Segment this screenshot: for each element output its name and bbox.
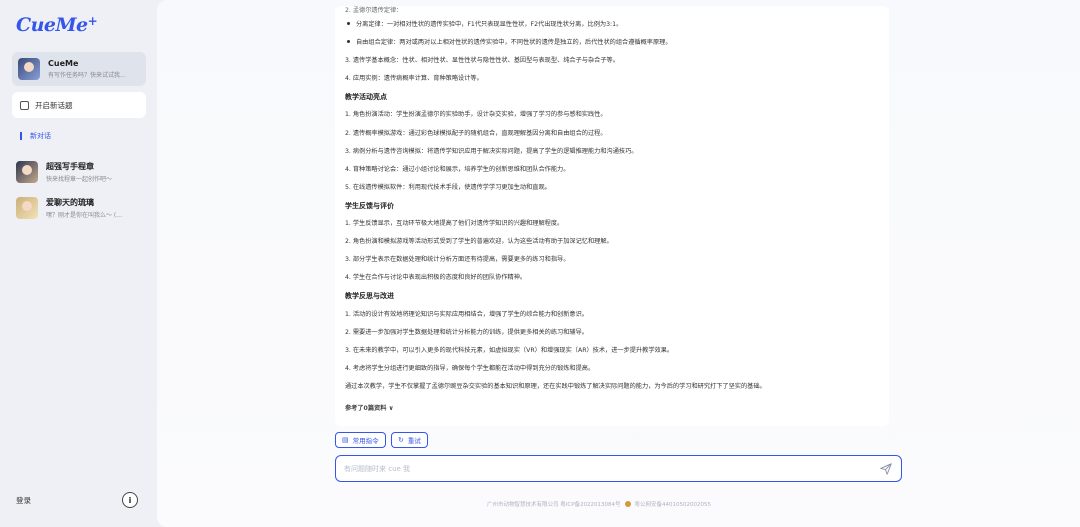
login-link[interactable]: 登录: [16, 495, 31, 506]
references-toggle[interactable]: 参考了0篇资料 ∨: [345, 400, 879, 418]
chat-input[interactable]: [344, 464, 864, 473]
doc-line: 1. 角色扮演活动：学生扮演孟德尔的实验助手，设计杂交实验，增强了学习的参与感和…: [345, 111, 607, 119]
sidebar: CueMe+ CueMe 有写作任务吗？快来试试我... 开启新话题 新对话 超…: [0, 0, 157, 527]
doc-line-text: 分离定律：一对相对性状的遗传实验中，F1代只表现显性性状，F2代出现性状分离，比…: [356, 21, 623, 28]
doc-line: 4. 应用实例：遗传病概率计算、育种策略设计等。: [345, 75, 483, 83]
doc-line: 自由组合定律：两对或两对以上相对性状的遗传实验中，不同性状的遗传是独立的，后代性…: [345, 34, 879, 52]
new-chat-button[interactable]: 开启新话题: [12, 92, 146, 118]
cueme-logo[interactable]: CueMe+: [16, 14, 98, 36]
chat-subtitle: 嘿？刚才是你在叫我么～ (...: [46, 212, 122, 219]
chat-title: 爱聊天的琉璃: [46, 198, 94, 207]
chat-subtitle: 快来找程章一起创作吧～: [46, 176, 113, 183]
doc-line: 2. 遗传概率模拟游戏：通过彩色球模拟配子的随机组合，直观理解基因分离和自由组合…: [345, 129, 607, 137]
doc-line: 4. 考虑将学生分组进行更细致的指导，确保每个学生都能在活动中得到充分的锻炼和提…: [345, 364, 595, 372]
bullet-dot: [347, 40, 350, 44]
doc-line: 4. 育种策略讨论会：通过小组讨论和展示，培养学生的创新思维和团队合作能力。: [345, 165, 570, 173]
agent-subtitle: 有写作任务吗？快来试试我...: [48, 72, 126, 79]
doc-line: 5. 在线遗传模拟软件：利用现代技术手段，使遗传学学习更加生动和直观。: [345, 183, 551, 191]
bullet-dot: [347, 22, 350, 25]
agent-title: CueMe: [48, 59, 79, 68]
police-badge-icon: [624, 501, 631, 507]
agent-card-cueme[interactable]: CueMe 有写作任务吗？快来试试我...: [12, 52, 146, 86]
command-icon: ▤: [342, 436, 349, 444]
doc-heading: 教学活动亮点: [345, 93, 387, 102]
chat-title: 超强写手程章: [46, 162, 94, 171]
doc-line: 3. 在未来的教学中，可以引入更多的现代科技元素，如虚拟现实（VR）和增强现实（…: [345, 346, 674, 354]
doc-line-text: 自由组合定律：两对或两对以上相对性状的遗传实验中，不同性状的遗传是独立的，后代性…: [356, 39, 672, 47]
chat-input-box[interactable]: [335, 455, 902, 482]
doc-line: 3. 遗传学基本概念：性状、相对性状、显性性状与隐性性状、基因型与表现型、纯合子…: [345, 57, 619, 65]
chat-item-writer[interactable]: 超强写手程章 快来找程章一起创作吧～: [16, 160, 150, 184]
agent-avatar: [18, 58, 40, 80]
section-label: 新对话: [30, 132, 51, 140]
chat-plus-icon: [20, 100, 29, 110]
refresh-icon: ↻: [398, 436, 404, 444]
doc-line: 3. 部分学生表示在数据处理和统计分析方面还有待提高，需要更多的练习和指导。: [345, 256, 570, 264]
send-icon[interactable]: [879, 462, 893, 476]
chat-item-liuli[interactable]: 爱聊天的琉璃 嘿？刚才是你在叫我么～ (...: [16, 196, 150, 220]
doc-line: 分离定律：一对相对性状的遗传实验中，F1代只表现显性性状，F2代出现性状分离，比…: [345, 16, 879, 34]
logo-plus: +: [87, 14, 98, 28]
footer-police[interactable]: 粤公网安备44010502002055: [635, 500, 712, 508]
doc-line: 2. 需要进一步加强对学生数据处理和统计分析能力的训练，提供更多相关的练习和辅导…: [345, 328, 588, 336]
liuli-avatar: [16, 197, 38, 219]
section-new-conversation[interactable]: 新对话: [20, 131, 51, 141]
retry-button[interactable]: ↻ 重试: [391, 432, 428, 448]
new-chat-label: 开启新话题: [35, 100, 73, 110]
doc-line: 2. 角色扮演和模拟游戏等活动形式受到了学生的普遍欢迎，认为这些活动有助于加深记…: [345, 238, 613, 246]
doc-line: 1. 学生反馈显示，互动环节极大地提高了他们对遗传学知识的兴趣和理解程度。: [345, 220, 564, 228]
common-commands-label: 常用指令: [352, 437, 379, 445]
info-icon[interactable]: i: [122, 492, 138, 508]
common-commands-button[interactable]: ▤ 常用指令: [335, 432, 386, 448]
writer-avatar: [16, 161, 38, 183]
retry-label: 重试: [407, 437, 421, 445]
active-indicator: [20, 132, 22, 140]
logo-text: CueMe: [16, 14, 88, 36]
info-glyph: i: [128, 495, 132, 505]
doc-heading: 学生反馈与评价: [345, 201, 394, 210]
footer-company[interactable]: 广州市动物智慧技术有限公司 粤ICP备2022013084号: [487, 500, 621, 508]
doc-heading: 教学反思与改进: [345, 292, 394, 301]
doc-line: 2. 孟德尔遗传定律：: [345, 7, 403, 14]
footer: 广州市动物智慧技术有限公司 粤ICP备2022013084号 粤公网安备4401…: [487, 500, 711, 508]
doc-line: 1. 活动的设计有效地将理论知识与实际应用相结合，增强了学生的综合能力和创新意识…: [345, 310, 588, 318]
doc-line: 3. 病例分析与遗传咨询模拟：将遗传学知识应用于解决实际问题，提高了学生的逻辑推…: [345, 147, 638, 155]
doc-line: 4. 学生在合作与讨论中表现出积极的态度和良好的团队协作精神。: [345, 274, 527, 282]
doc-line: 通过本次教学，学生不仅掌握了孟德尔豌豆杂交实验的基本知识和原理，还在实践中锻炼了…: [345, 382, 766, 390]
main-panel: 2. 孟德尔遗传定律： 分离定律：一对相对性状的遗传实验中，F1代只表现显性性状…: [157, 0, 1080, 527]
response-document: 2. 孟德尔遗传定律： 分离定律：一对相对性状的遗传实验中，F1代只表现显性性状…: [335, 6, 889, 426]
